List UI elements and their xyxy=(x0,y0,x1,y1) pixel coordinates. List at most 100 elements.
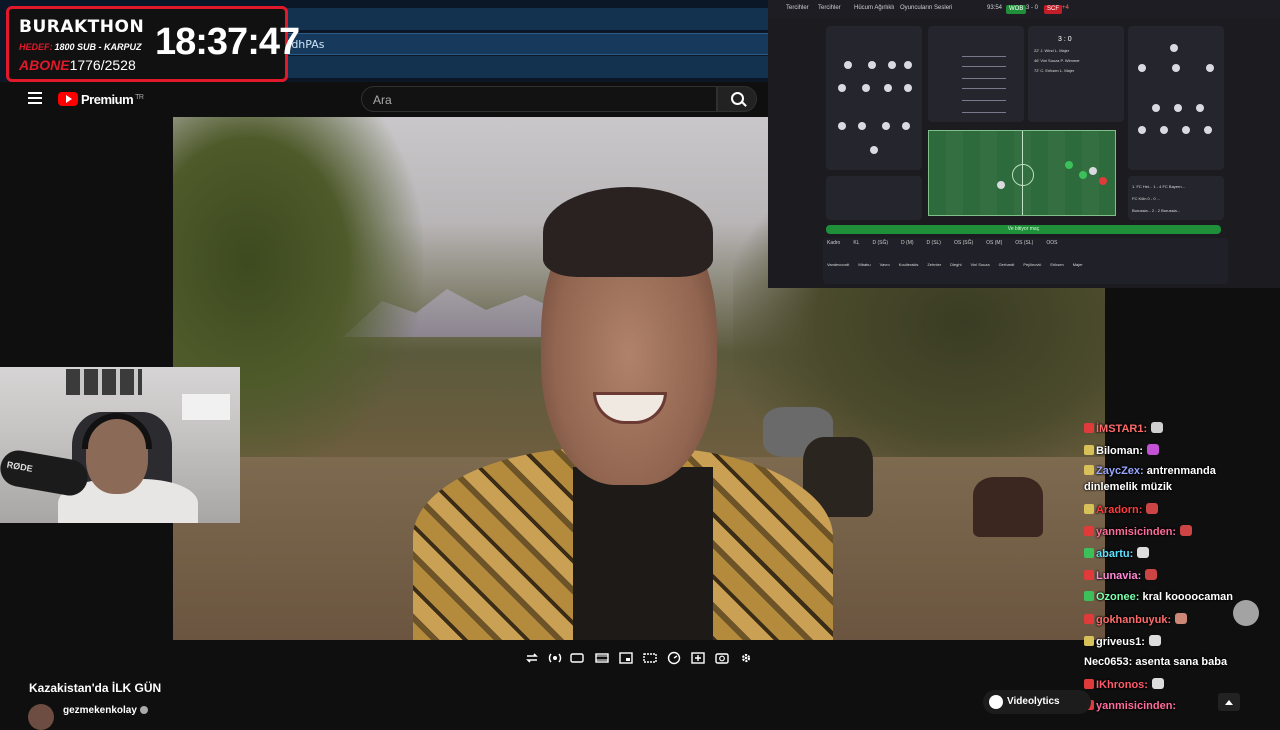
loop-icon[interactable] xyxy=(525,651,539,665)
fm-event: 72' C. Eriksen L. Majer xyxy=(1034,68,1075,73)
subtitles-icon[interactable] xyxy=(570,651,584,665)
fm-topbar: Tercihler Tercihler Hücum Ağırlıklı Oyun… xyxy=(768,0,1280,18)
chat-message: gokhanbuyuk: xyxy=(1084,613,1188,626)
pip-icon[interactable] xyxy=(619,651,633,665)
chat-emote-icon xyxy=(1151,678,1164,689)
chat-nick[interactable]: Lunavia: xyxy=(1096,570,1141,582)
fm-other-score: Borussia... 2 - 2 Borussia... xyxy=(1132,208,1181,213)
search-button[interactable] xyxy=(717,86,757,112)
counter-subs: ABONE1776/2528 xyxy=(19,57,136,73)
scroll-bubble[interactable] xyxy=(1233,600,1259,626)
fm-stats-panel xyxy=(928,26,1024,122)
screenshot-icon[interactable] xyxy=(715,651,729,665)
fm-menu-item[interactable]: Tercihler xyxy=(818,5,841,11)
chat-badge-icon xyxy=(1084,526,1094,536)
fm-squad-players: Vandevoordt Mbabu Vavro Koulierakis Zehnter D… xyxy=(827,262,1083,267)
search-placeholder: Ara xyxy=(373,93,392,107)
fm-pitch xyxy=(928,130,1116,216)
chat-message: abartu: xyxy=(1084,547,1150,560)
fm-squad-bar: Kadro KL D (SĞ) D (M) D (SL) OS (SĞ) OS (M) OS … xyxy=(823,238,1228,284)
film-icon[interactable] xyxy=(595,651,609,665)
chat-badge-icon xyxy=(1084,445,1094,455)
fm-other-scores-panel: 1. FC Hei... 1 - 4 FC Bayern... FC Köln … xyxy=(1128,176,1224,220)
fm-events-panel: 3 : 0 22' J. Wind L. Majer 46' Vini Souz… xyxy=(1028,26,1124,122)
fm-away-lineup-panel xyxy=(1128,26,1224,170)
lamp xyxy=(182,394,230,420)
cast-icon[interactable] xyxy=(548,651,562,665)
fm-menu-item[interactable]: Oyuncuların Sesleri xyxy=(900,5,952,11)
chat-nick[interactable]: Biloman: xyxy=(1096,445,1143,457)
fm-other-score: 1. FC Hei... 1 - 4 FC Bayern... xyxy=(1132,184,1185,189)
chat-badge-icon xyxy=(1084,423,1094,433)
chat-emote-icon xyxy=(1147,444,1160,455)
verified-icon xyxy=(140,706,148,714)
chat-badge-icon xyxy=(1084,504,1094,514)
chat-message: Ozonee: kral koooocaman xyxy=(1084,591,1233,603)
vlogger-hair xyxy=(543,187,713,277)
chat-badge-icon xyxy=(1084,591,1094,601)
chat-emote-icon xyxy=(1145,569,1158,580)
chat-text: kral koooocaman xyxy=(1139,591,1233,603)
bookmark-strip xyxy=(285,56,768,78)
chat-nick[interactable]: IKhronos: xyxy=(1096,679,1148,691)
chat-overlay: İMSTAR1: Biloman: ZaycZex: antrenmanda dinl… xyxy=(1080,405,1280,720)
subathon-counter: BURAKTHON HEDEF: 1800 SUB - KARPUZ ABONE1… xyxy=(6,6,300,82)
tab-strip xyxy=(285,8,768,30)
chat-nick[interactable]: İMSTAR1: xyxy=(1096,423,1147,435)
fm-menu-item[interactable]: Hücum Ağırlıklı xyxy=(854,5,894,11)
chat-nick[interactable]: Ozonee: xyxy=(1096,591,1139,603)
chat-emote-icon xyxy=(1180,525,1193,536)
chat-message: Biloman: xyxy=(1084,444,1160,457)
fm-match-time: 93:54 xyxy=(987,5,1003,11)
chat-nick[interactable]: yanmisicinden: xyxy=(1096,700,1176,712)
chat-badge-icon xyxy=(1084,614,1094,624)
chat-emote-icon xyxy=(1175,613,1188,624)
channel-name[interactable]: gezmekenkolay xyxy=(63,705,137,716)
youtube-premium-logo[interactable]: Premium TR xyxy=(81,92,144,107)
chat-nick[interactable]: abartu: xyxy=(1096,548,1133,560)
chat-message: griveus1: xyxy=(1084,635,1161,648)
add-icon[interactable] xyxy=(691,651,705,665)
settings-gear-icon[interactable] xyxy=(739,651,753,665)
url-bar[interactable]: FdhPAs xyxy=(285,33,768,55)
fm-score: 3 - 0 xyxy=(1026,5,1039,11)
fm-home-lineup-panel xyxy=(826,26,922,170)
fm-away-extra: +4 xyxy=(1062,5,1069,11)
videolytics-button[interactable]: Videolytics xyxy=(983,690,1091,714)
chat-emote-icon xyxy=(1137,547,1150,558)
chat-emote-icon xyxy=(1146,503,1159,514)
chat-message: yanmisicinden: xyxy=(1084,525,1193,538)
fm-other-score: FC Köln 0 - 0 ... xyxy=(1132,196,1161,201)
chat-emote-icon xyxy=(1148,635,1161,646)
video-title: Kazakistan'da İLK GÜN xyxy=(29,681,162,695)
fm-squad-headers: Kadro KL D (SĞ) D (M) D (SL) OS (SĞ) OS (M) OS … xyxy=(827,240,1058,246)
hamburger-menu-icon[interactable] xyxy=(28,92,42,104)
fm-menu-item[interactable]: Tercihler xyxy=(786,5,809,11)
search-input[interactable]: Ara xyxy=(361,86,717,112)
youtube-logo-icon[interactable] xyxy=(58,92,78,106)
chat-emote-icon xyxy=(1151,422,1164,433)
fm-other-match-left xyxy=(826,176,922,220)
chat-badge-icon xyxy=(1084,636,1094,646)
chat-nick[interactable]: gokhanbuyuk: xyxy=(1096,614,1171,626)
chat-message: yanmisicinden: xyxy=(1084,700,1176,712)
counter-brand: BURAKTHON xyxy=(19,17,145,37)
chat-nick[interactable]: griveus1: xyxy=(1096,636,1145,648)
chat-message: Aradorn: xyxy=(1084,503,1159,516)
chat-nick[interactable]: Aradorn: xyxy=(1096,504,1142,516)
chat-nick[interactable]: yanmisicinden: xyxy=(1096,526,1176,538)
videolytics-icon xyxy=(989,695,1003,709)
chat-nick[interactable]: ZaycZex: xyxy=(1096,465,1144,477)
chat-nick[interactable]: Nec0653: xyxy=(1084,656,1132,668)
fm-event: 22' J. Wind L. Majer xyxy=(1034,48,1070,53)
chevron-up-icon[interactable] xyxy=(1218,693,1240,711)
theater-icon[interactable] xyxy=(643,651,657,665)
fm-home-team: WOB xyxy=(1006,5,1027,14)
seated-person xyxy=(973,477,1043,537)
black-tshirt xyxy=(573,467,713,640)
speed-icon[interactable] xyxy=(667,651,681,665)
channel-avatar[interactable] xyxy=(28,704,54,730)
fm-away-team: SCF xyxy=(1044,5,1062,14)
streamer-webcam: RØDE xyxy=(0,367,240,523)
chat-badge-icon xyxy=(1084,679,1094,689)
